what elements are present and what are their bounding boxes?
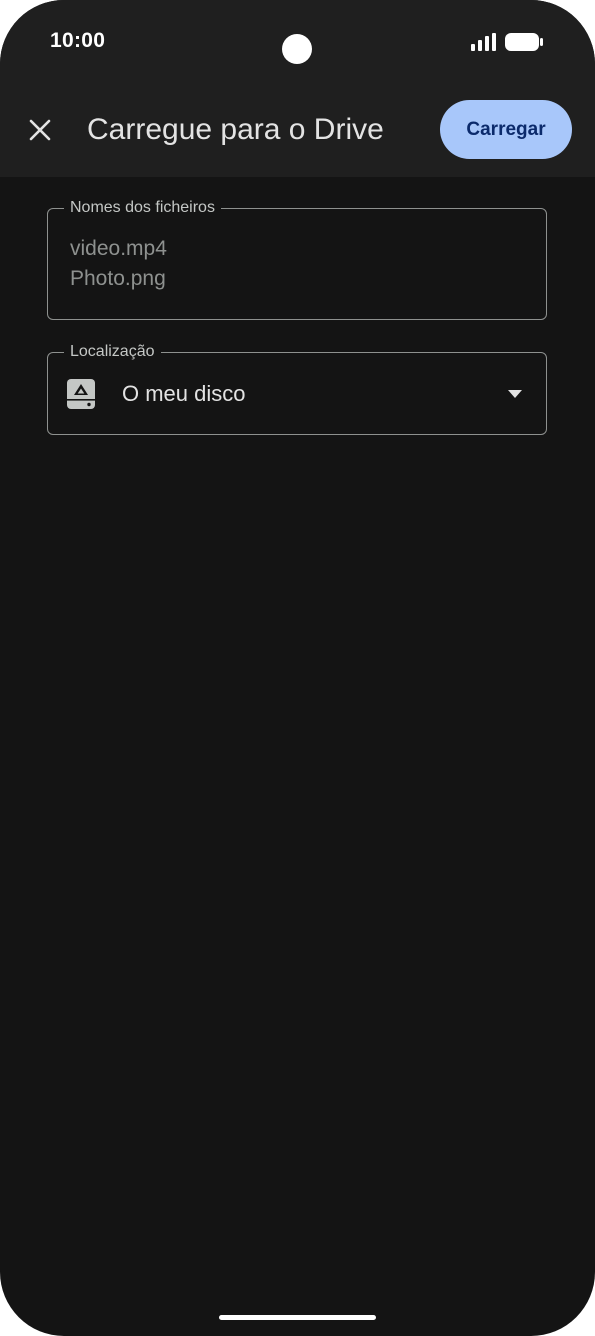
page-title: Carregue para o Drive <box>87 113 384 146</box>
location-value: O meu disco <box>122 381 246 406</box>
location-select[interactable]: Localização O meu disco <box>47 342 547 435</box>
camera-cutout <box>282 34 312 64</box>
battery-icon <box>505 33 543 51</box>
location-field-label: Localização <box>64 342 161 362</box>
status-time: 10:00 <box>50 29 106 52</box>
file-name-item: video.mp4 <box>70 237 167 260</box>
signal-icon <box>471 33 496 51</box>
file-name-item: Photo.png <box>70 267 166 290</box>
phone-screen: 10:00 Carregue para o Drive Carregar Nom… <box>0 0 595 1336</box>
dropdown-arrow-icon <box>508 390 522 398</box>
home-indicator[interactable] <box>219 1315 376 1320</box>
upload-button[interactable]: Carregar <box>440 100 572 159</box>
close-button[interactable] <box>20 110 60 150</box>
filenames-field[interactable]: Nomes dos ficheiros video.mp4 Photo.png <box>47 198 547 320</box>
close-icon <box>29 119 51 141</box>
filenames-field-label: Nomes dos ficheiros <box>64 198 221 218</box>
drive-icon <box>67 379 95 409</box>
